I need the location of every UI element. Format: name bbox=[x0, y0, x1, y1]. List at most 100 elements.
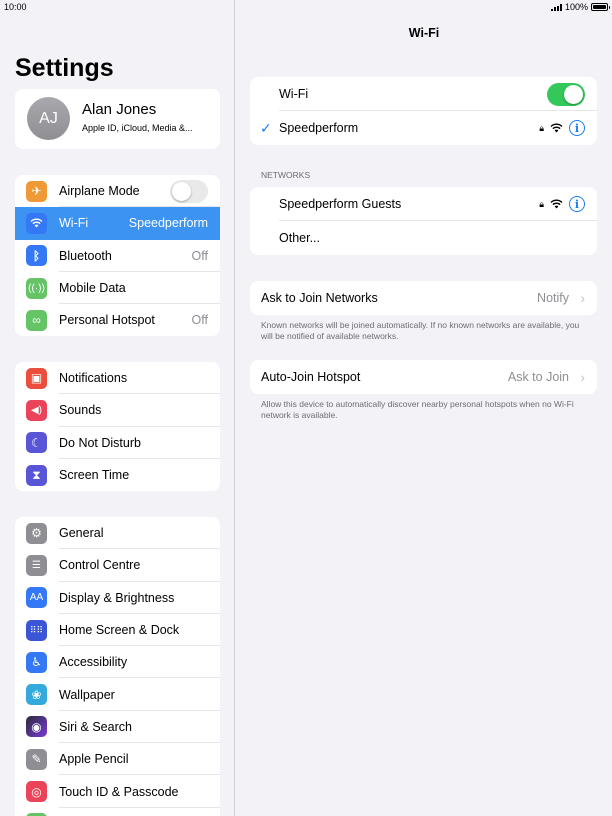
wifi-toggle-row: Wi-Fi bbox=[250, 77, 597, 111]
airplane-mode-toggle[interactable] bbox=[170, 179, 208, 203]
lock-icon: 🔒︎ bbox=[539, 198, 544, 209]
switches-icon: ☰ bbox=[26, 554, 47, 576]
gear-icon: ⚙ bbox=[26, 522, 47, 544]
sidebar-item-label: Wi-Fi bbox=[59, 216, 89, 231]
other-network-row[interactable]: Other... bbox=[250, 221, 597, 255]
sidebar-item-label: Mobile Data bbox=[59, 281, 126, 296]
pencil-icon: ✎ bbox=[26, 748, 47, 770]
sidebar-item-control-centre[interactable]: ☰ Control Centre bbox=[15, 549, 220, 582]
settings-sidebar: Settings AJ Alan Jones Apple ID, iCloud,… bbox=[0, 0, 235, 816]
signal-icon bbox=[550, 3, 562, 11]
wifi-signal-icon bbox=[550, 123, 563, 133]
profile-subtitle: Apple ID, iCloud, Media &... bbox=[82, 123, 193, 133]
sidebar-item-notifications[interactable]: ▣ Notifications bbox=[15, 362, 220, 395]
sidebar-item-label: Accessibility bbox=[59, 655, 128, 670]
sidebar-item-apple-pencil[interactable]: ✎ Apple Pencil bbox=[15, 743, 220, 776]
notifications-group: ▣ Notifications ◀) Sounds ☾ Do Not Distu… bbox=[15, 362, 220, 492]
battery-icon bbox=[591, 3, 610, 11]
auto-join-row[interactable]: Auto-Join Hotspot Ask to Join › bbox=[250, 360, 597, 394]
sidebar-item-label: Home Screen & Dock bbox=[59, 623, 180, 638]
networks-header: NETWORKS bbox=[261, 170, 311, 180]
sidebar-item-mobile-data[interactable]: ((·)) Mobile Data bbox=[15, 272, 220, 305]
network-row[interactable]: Speedperform Guests 🔒︎ i bbox=[250, 187, 597, 221]
lock-icon: 🔒︎ bbox=[539, 122, 544, 133]
grid-icon: ⠿⠿ bbox=[26, 619, 47, 641]
ask-to-join-row[interactable]: Ask to Join Networks Notify › bbox=[250, 281, 597, 315]
accessibility-icon: ♿ bbox=[26, 651, 47, 673]
sidebar-item-label: Sounds bbox=[59, 403, 102, 418]
wifi-card: Wi-Fi ✓ Speedperform 🔒︎ i bbox=[250, 77, 597, 145]
sidebar-item-airplane-mode[interactable]: ✈ Airplane Mode bbox=[15, 175, 220, 208]
sidebar-item-personal-hotspot[interactable]: ∞ Personal Hotspot Off bbox=[15, 304, 220, 336]
page-title: Settings bbox=[15, 54, 114, 82]
network-name: Speedperform Guests bbox=[279, 197, 402, 211]
wifi-toggle[interactable] bbox=[547, 82, 585, 106]
sidebar-item-label: General bbox=[59, 526, 104, 541]
bluetooth-icon: ᛒ bbox=[26, 245, 47, 267]
ask-to-join-value: Notify bbox=[537, 291, 569, 305]
sidebar-item-label: Siri & Search bbox=[59, 719, 132, 734]
wifi-label: Wi-Fi bbox=[279, 87, 309, 101]
auto-join-label: Auto-Join Hotspot bbox=[261, 370, 361, 384]
sidebar-item-touch-id-passcode[interactable]: ◎ Touch ID & Passcode bbox=[15, 775, 220, 808]
auto-join-card: Auto-Join Hotspot Ask to Join › bbox=[250, 360, 597, 394]
notifications-icon: ▣ bbox=[26, 367, 47, 389]
connectivity-group: ✈ Airplane Mode Wi-Fi Speedperform ᛒ Blu… bbox=[15, 175, 220, 337]
sidebar-item-do-not-disturb[interactable]: ☾ Do Not Disturb bbox=[15, 427, 220, 459]
sidebar-item-label: Bluetooth bbox=[59, 248, 112, 263]
wifi-icon bbox=[26, 212, 47, 234]
info-icon[interactable]: i bbox=[569, 196, 585, 212]
checkmark-icon: ✓ bbox=[260, 119, 272, 136]
sidebar-item-label: Wallpaper bbox=[59, 687, 115, 702]
networks-card: Speedperform Guests 🔒︎ i Other... bbox=[250, 187, 597, 255]
sidebar-item-label: Touch ID & Passcode bbox=[59, 784, 179, 799]
sidebar-item-label: Notifications bbox=[59, 371, 128, 386]
detail-title: Wi-Fi bbox=[408, 26, 440, 40]
sidebar-item-label: Control Centre bbox=[59, 558, 141, 573]
avatar: AJ bbox=[27, 97, 70, 140]
ask-to-join-card: Ask to Join Networks Notify › bbox=[250, 281, 597, 315]
hourglass-icon: ⧗ bbox=[26, 464, 47, 486]
connected-network-row[interactable]: ✓ Speedperform 🔒︎ i bbox=[250, 111, 597, 145]
sidebar-item-bluetooth[interactable]: ᛒ Bluetooth Off bbox=[15, 240, 220, 272]
sidebar-item-label: Airplane Mode bbox=[59, 184, 140, 199]
chevron-right-icon: › bbox=[580, 369, 585, 385]
general-group: ⚙ General ☰ Control Centre AA Display & … bbox=[15, 517, 220, 816]
sidebar-item-value: Speedperform bbox=[128, 216, 208, 231]
sidebar-item-label: Display & Brightness bbox=[59, 590, 175, 605]
sidebar-item-accessibility[interactable]: ♿ Accessibility bbox=[15, 646, 220, 679]
fingerprint-icon: ◎ bbox=[26, 781, 47, 803]
flower-icon: ❀ bbox=[26, 684, 47, 706]
sidebar-item-general[interactable]: ⚙ General bbox=[15, 517, 220, 550]
sidebar-item-wallpaper[interactable]: ❀ Wallpaper bbox=[15, 678, 220, 711]
airplane-icon: ✈ bbox=[26, 180, 47, 202]
hotspot-icon: ∞ bbox=[26, 309, 47, 331]
moon-icon: ☾ bbox=[26, 432, 47, 454]
connected-network-name: Speedperform bbox=[279, 121, 359, 135]
sidebar-item-home-screen-dock[interactable]: ⠿⠿ Home Screen & Dock bbox=[15, 614, 220, 647]
auto-join-value: Ask to Join bbox=[507, 370, 569, 384]
siri-icon: ◉ bbox=[26, 716, 47, 738]
chevron-right-icon: › bbox=[580, 290, 585, 306]
sidebar-item-screen-time[interactable]: ⧗ Screen Time bbox=[15, 459, 220, 491]
sidebar-item-value: Off bbox=[191, 248, 208, 263]
profile-name: Alan Jones bbox=[82, 101, 157, 118]
profile-card[interactable]: AJ Alan Jones Apple ID, iCloud, Media &.… bbox=[15, 89, 220, 149]
other-network-label: Other... bbox=[279, 231, 320, 245]
wifi-signal-icon bbox=[550, 199, 563, 209]
sidebar-item-sounds[interactable]: ◀) Sounds bbox=[15, 394, 220, 427]
sidebar-item-wifi[interactable]: Wi-Fi Speedperform bbox=[15, 207, 220, 240]
sidebar-item-display-brightness[interactable]: AA Display & Brightness bbox=[15, 582, 220, 614]
info-icon[interactable]: i bbox=[569, 120, 585, 136]
status-right: 100% bbox=[550, 2, 610, 12]
sidebar-item-label: Do Not Disturb bbox=[59, 435, 141, 450]
sidebar-item-partial[interactable] bbox=[15, 808, 220, 816]
sidebar-item-siri-search[interactable]: ◉ Siri & Search bbox=[15, 711, 220, 744]
ask-to-join-label: Ask to Join Networks bbox=[261, 291, 378, 305]
text-size-icon: AA bbox=[26, 587, 47, 609]
sidebar-item-label: Personal Hotspot bbox=[59, 313, 155, 328]
speaker-icon: ◀) bbox=[26, 399, 47, 421]
battery-percent: 100% bbox=[564, 2, 588, 12]
ask-to-join-footer: Known networks will be joined automatica… bbox=[261, 320, 580, 341]
antenna-icon: ((·)) bbox=[26, 277, 47, 299]
